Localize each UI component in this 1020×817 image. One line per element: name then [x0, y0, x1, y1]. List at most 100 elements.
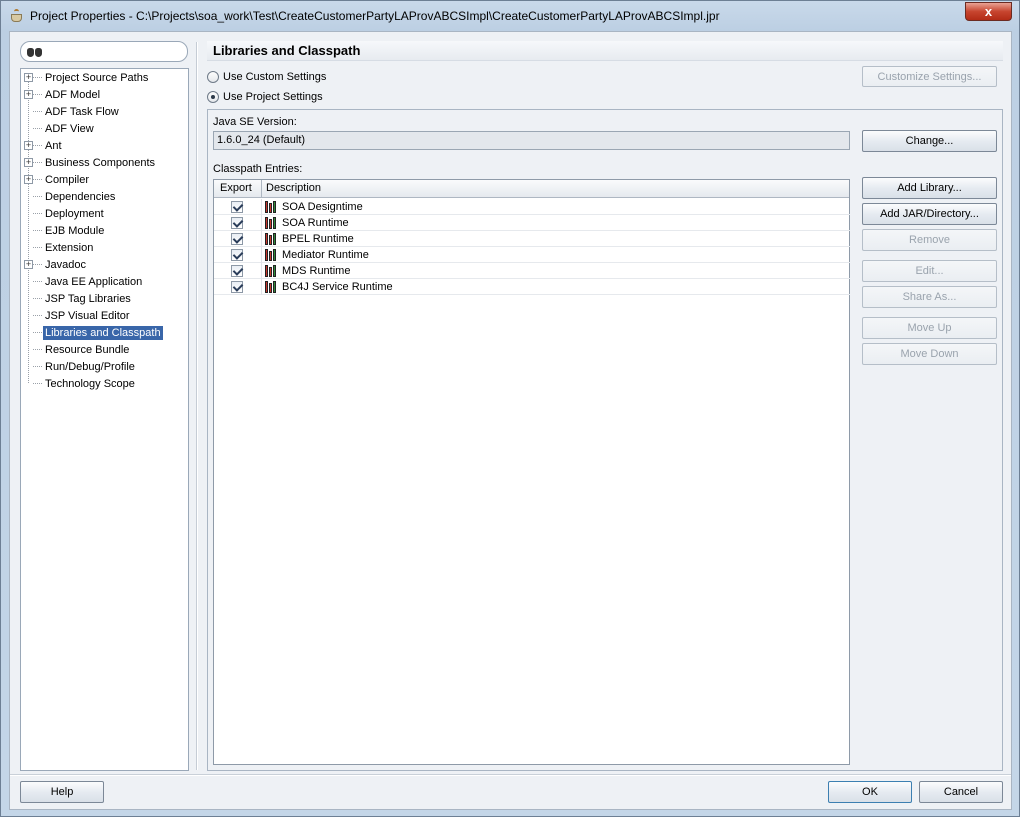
table-row[interactable]: SOA Designtime [214, 199, 850, 215]
window-title: Project Properties - C:\Projects\soa_wor… [30, 9, 720, 23]
tree-item[interactable]: JSP Tag Libraries [21, 290, 188, 307]
add-library-button[interactable]: Add Library... [862, 177, 997, 199]
export-checkbox[interactable] [231, 201, 243, 213]
close-button[interactable]: x [965, 2, 1012, 21]
export-cell [214, 199, 262, 215]
ok-button[interactable]: OK [828, 781, 912, 803]
panel-splitter[interactable] [196, 42, 198, 770]
table-row[interactable]: Mediator Runtime [214, 247, 850, 263]
tree-connector [33, 230, 42, 231]
tree-item[interactable]: Resource Bundle [21, 341, 188, 358]
description-cell: Mediator Runtime [282, 249, 369, 261]
tree-item-label: Extension [45, 241, 94, 254]
description-cell: SOA Runtime [282, 217, 349, 229]
tree-item[interactable]: JSP Visual Editor [21, 307, 188, 324]
tree-item[interactable]: Java EE Application [21, 273, 188, 290]
expand-icon[interactable]: + [24, 90, 33, 99]
tree-item-label: ADF Task Flow [45, 105, 119, 118]
table-row[interactable]: SOA Runtime [214, 215, 850, 231]
footer-separator [10, 774, 1011, 776]
radio-indicator[interactable] [207, 71, 219, 83]
export-cell [214, 215, 262, 231]
tree-connector [33, 213, 42, 214]
tree-connector [33, 77, 42, 78]
export-cell [214, 231, 262, 247]
classpath-entries-label: Classpath Entries: [213, 163, 303, 175]
tree-connector [33, 179, 42, 180]
tree-item[interactable]: + Ant [21, 137, 188, 154]
classpath-table[interactable]: Export Description SOA Designtime SOA Run… [213, 179, 850, 765]
change-button[interactable]: Change... [862, 130, 997, 152]
export-checkbox[interactable] [231, 249, 243, 261]
add-jar-directory-button[interactable]: Add JAR/Directory... [862, 203, 997, 225]
tree-item-label: JSP Visual Editor [45, 309, 130, 322]
move-up-button[interactable]: Move Up [862, 317, 997, 339]
tree-item-label: Libraries and Classpath [43, 325, 163, 340]
table-row[interactable]: MDS Runtime [214, 263, 850, 279]
tree-item-label: ADF View [45, 122, 94, 135]
tree-connector [33, 196, 42, 197]
tree-item[interactable]: EJB Module [21, 222, 188, 239]
export-checkbox[interactable] [231, 233, 243, 245]
tree-item[interactable]: ADF View [21, 120, 188, 137]
export-checkbox[interactable] [231, 217, 243, 229]
tree-connector [33, 332, 42, 333]
use-project-settings-radio[interactable]: Use Project Settings [207, 89, 323, 105]
jdeveloper-app-icon [9, 9, 25, 23]
remove-button[interactable]: Remove [862, 229, 997, 251]
expand-icon[interactable]: + [24, 158, 33, 167]
tree-item[interactable]: Libraries and Classpath [21, 324, 188, 341]
tree-connector [33, 94, 42, 95]
export-checkbox[interactable] [231, 265, 243, 277]
tree-item[interactable]: Dependencies [21, 188, 188, 205]
tree-connector [33, 162, 42, 163]
search-input[interactable] [47, 43, 177, 60]
expand-icon[interactable]: + [24, 141, 33, 150]
tree-item[interactable]: + Javadoc [21, 256, 188, 273]
export-cell [214, 279, 262, 295]
expand-icon[interactable]: + [24, 260, 33, 269]
column-header-export[interactable]: Export [214, 180, 262, 198]
tree-item-label: Java EE Application [45, 275, 143, 288]
customize-settings-button[interactable]: Customize Settings... [862, 66, 997, 87]
tree-item[interactable]: Run/Debug/Profile [21, 358, 188, 375]
title-bar: Project Properties - C:\Projects\soa_wor… [1, 1, 1019, 31]
tree-item[interactable]: Extension [21, 239, 188, 256]
cancel-button[interactable]: Cancel [919, 781, 1003, 803]
expand-icon[interactable]: + [24, 175, 33, 184]
tree-item[interactable]: + Project Source Paths [21, 69, 188, 86]
help-button[interactable]: Help [20, 781, 104, 803]
tree-item[interactable]: Technology Scope [21, 375, 188, 392]
edit-button[interactable]: Edit... [862, 260, 997, 282]
tree-connector [33, 281, 42, 282]
category-tree[interactable]: + Project Source Paths + ADF Model ADF Task … [20, 68, 189, 771]
tree-connector [33, 315, 42, 316]
column-header-description[interactable]: Description [262, 180, 850, 198]
dialog-client-area: + Project Source Paths + ADF Model ADF Task … [9, 31, 1012, 810]
use-custom-settings-label: Use Custom Settings [223, 71, 327, 83]
project-properties-dialog: Project Properties - C:\Projects\soa_wor… [0, 0, 1020, 817]
tree-item-label: JSP Tag Libraries [45, 292, 131, 305]
tree-item[interactable]: ADF Task Flow [21, 103, 188, 120]
radio-indicator-checked[interactable] [207, 91, 219, 103]
description-cell: SOA Designtime [282, 201, 363, 213]
description-cell: MDS Runtime [282, 265, 351, 277]
expand-icon[interactable]: + [24, 73, 33, 82]
tree-item[interactable]: + ADF Model [21, 86, 188, 103]
table-row[interactable]: BPEL Runtime [214, 231, 850, 247]
use-custom-settings-radio[interactable]: Use Custom Settings [207, 69, 326, 85]
share-as-button[interactable]: Share As... [862, 286, 997, 308]
export-checkbox[interactable] [231, 281, 243, 293]
tree-item[interactable]: + Business Components [21, 154, 188, 171]
tree-item-label: Technology Scope [45, 377, 135, 390]
description-cell: BPEL Runtime [282, 233, 354, 245]
tree-item-label: Javadoc [45, 258, 86, 271]
page-title: Libraries and Classpath [207, 41, 1003, 61]
tree-item-label: Business Components [45, 156, 156, 169]
tree-item[interactable]: + Compiler [21, 171, 188, 188]
table-row[interactable]: BC4J Service Runtime [214, 279, 850, 295]
tree-item-label: ADF Model [45, 88, 101, 101]
move-down-button[interactable]: Move Down [862, 343, 997, 365]
search-box[interactable] [20, 41, 188, 62]
tree-item[interactable]: Deployment [21, 205, 188, 222]
